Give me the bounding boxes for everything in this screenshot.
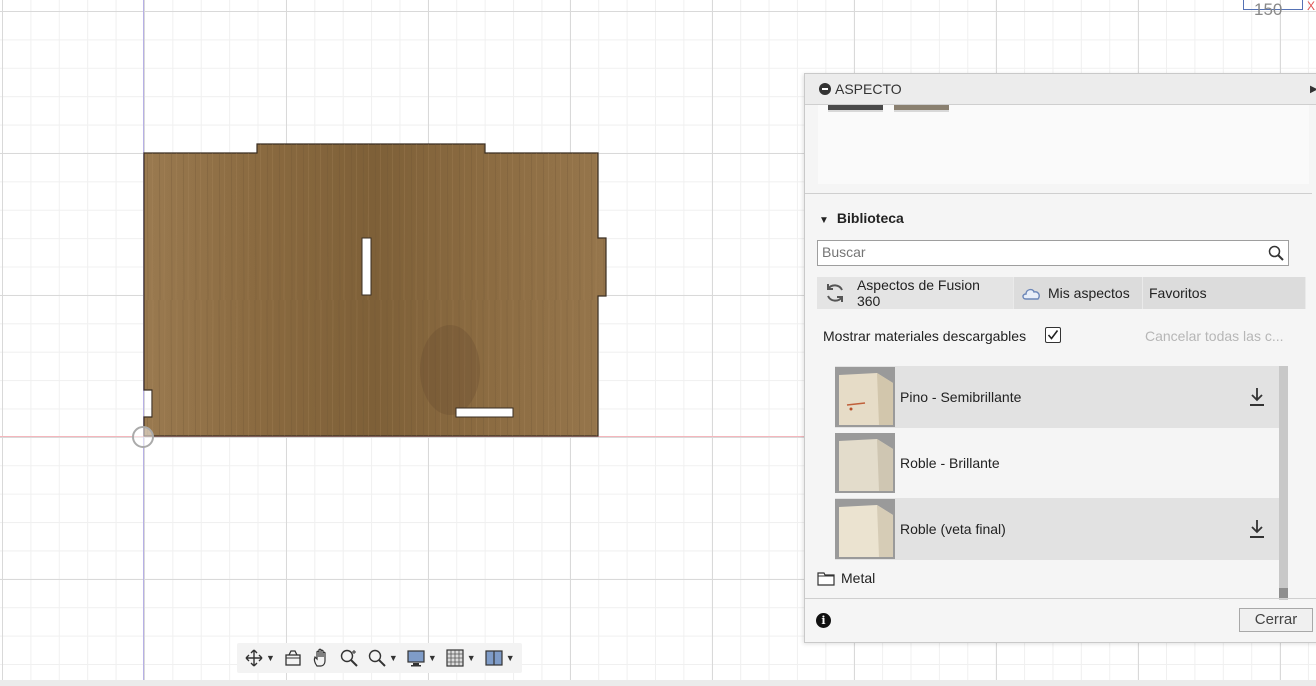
look-at-icon [285, 650, 301, 666]
info-icon[interactable]: i [816, 613, 831, 628]
display-settings-icon [407, 650, 425, 667]
pan-icon [313, 648, 326, 667]
material-thumbnail [835, 367, 895, 427]
slot-vertical [361, 237, 372, 296]
zoom-button[interactable] [336, 644, 362, 672]
folder-metal[interactable]: Metal [817, 570, 875, 586]
tab-my-appearances[interactable]: Mis aspectos [1014, 277, 1143, 309]
material-name: Pino - Semibrillante [900, 389, 1022, 405]
materials-list: Pino - Semibrillante Roble - Brillante R… [835, 366, 1279, 564]
material-item[interactable]: Roble - Brillante [835, 432, 1279, 494]
search-box [817, 240, 1289, 266]
material-item[interactable]: Pino - Semibrillante [835, 366, 1279, 428]
close-button[interactable]: Cerrar [1239, 608, 1313, 632]
grid-button[interactable]: ▼ [442, 644, 479, 672]
footer-divider [805, 598, 1316, 599]
orbit-button[interactable]: ▼ [241, 644, 278, 672]
zoom-window-icon [368, 649, 386, 667]
pan-button[interactable] [308, 644, 334, 672]
appearance-thumbnail[interactable] [828, 105, 883, 112]
tab-label: Favoritos [1149, 285, 1207, 301]
viewports-icon [485, 650, 503, 666]
library-header[interactable]: ▼ Biblioteca [819, 210, 904, 226]
orbit-icon [245, 649, 263, 667]
search-input[interactable] [818, 241, 1266, 263]
panel-title: ASPECTO [835, 81, 902, 97]
display-settings-button[interactable]: ▼ [403, 644, 440, 672]
ruler-axis-letter: X [1307, 0, 1316, 13]
tab-fusion-appearances[interactable]: Aspectos de Fusion 360 [817, 277, 1014, 309]
download-icon[interactable] [1247, 386, 1267, 408]
wood-panel-part[interactable] [0, 0, 620, 450]
collapse-icon[interactable] [819, 83, 831, 95]
material-name: Roble (veta final) [900, 521, 1006, 537]
navigation-toolbar: ▼ ▼ ▼ ▼ ▼ [237, 643, 522, 673]
tab-favorites[interactable]: Favoritos [1143, 277, 1306, 309]
tab-label: Aspectos de Fusion 360 [856, 277, 980, 309]
scrollbar-end[interactable] [1279, 588, 1288, 598]
download-icon[interactable] [1247, 518, 1267, 540]
cancel-all-downloads-link[interactable]: Cancelar todas las c... [1145, 328, 1284, 344]
slot-horizontal [455, 407, 514, 418]
tab-label: Mis aspectos [1048, 285, 1130, 301]
ruler-value: 150 [1254, 0, 1283, 19]
status-strip [0, 680, 1316, 686]
search-icon[interactable] [1268, 245, 1284, 261]
divider [805, 193, 1312, 194]
folder-icon [817, 572, 835, 586]
viewports-button[interactable]: ▼ [481, 644, 518, 672]
appearance-thumbnail[interactable] [894, 105, 949, 112]
look-at-button[interactable] [280, 644, 306, 672]
material-thumbnail [835, 433, 895, 493]
panel-header: ASPECTO ▶ [805, 74, 1316, 105]
show-downloadable-checkbox[interactable] [1045, 327, 1061, 343]
expand-arrow-icon[interactable]: ▶ [1310, 84, 1316, 95]
zoom-window-button[interactable]: ▼ [364, 644, 401, 672]
zoom-icon [340, 649, 358, 667]
material-name: Roble - Brillante [900, 455, 1000, 471]
origin-marker[interactable] [132, 426, 154, 448]
cloud-icon [1022, 288, 1040, 300]
in-use-appearances [818, 105, 1309, 184]
caret-down-icon: ▼ [819, 215, 829, 226]
library-title: Biblioteca [836, 210, 904, 226]
appearance-panel: ASPECTO ▶ ▼ Biblioteca Aspectos de Fusion… [804, 73, 1316, 643]
materials-scrollbar[interactable] [1279, 366, 1288, 600]
grid-icon [446, 649, 464, 667]
library-tabs: Aspectos de Fusion 360 Mis aspectos Favo… [817, 277, 1306, 309]
show-downloadable-row: Mostrar materiales descargables Cancelar… [823, 324, 1303, 348]
material-thumbnail [835, 499, 895, 559]
checkmark-icon [1047, 330, 1059, 340]
folder-label: Metal [841, 570, 876, 586]
material-item[interactable]: Roble (veta final) [835, 498, 1279, 560]
show-downloadable-label: Mostrar materiales descargables [823, 328, 1027, 344]
refresh-icon [827, 284, 843, 302]
